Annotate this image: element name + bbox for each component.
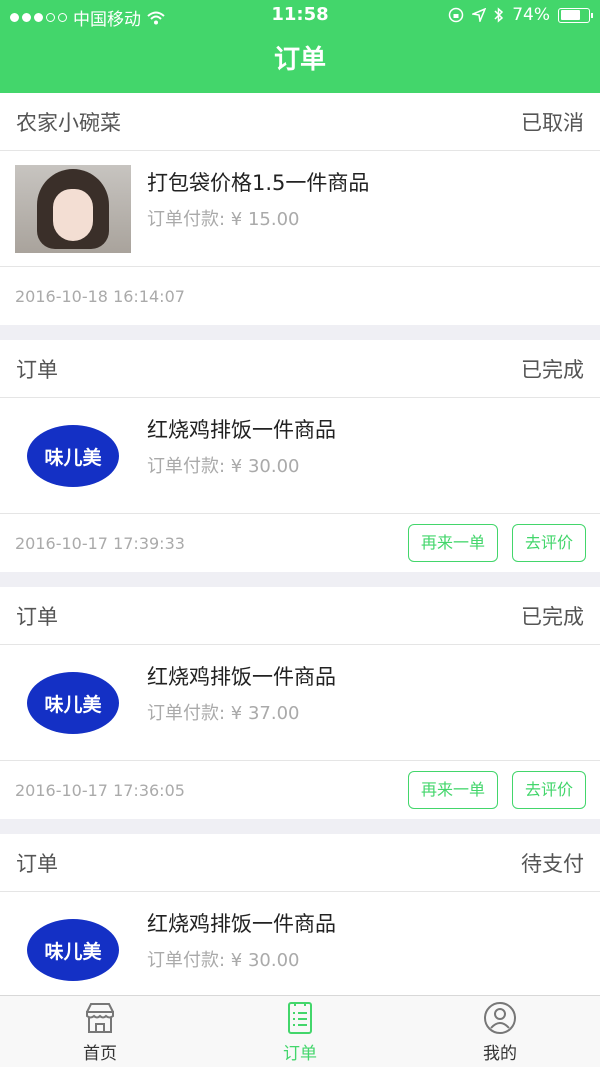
shop-logo-text: 味儿美 (27, 425, 119, 487)
product-thumbnail (15, 165, 131, 253)
order-footer: 2016-10-17 17:39:33 再来一单 去评价 (0, 514, 600, 572)
order-card[interactable]: 订单 已完成 味儿美 红烧鸡排饭一件商品 订单付款: ¥ 37.00 2016-… (0, 587, 600, 819)
order-time: 2016-10-17 17:39:33 (15, 533, 185, 553)
tab-label: 订单 (283, 1043, 317, 1064)
tab-home[interactable]: 首页 (0, 996, 200, 1067)
status-bar: 中国移动 11:58 74% (0, 0, 600, 30)
shop-name: 农家小碗菜 (16, 110, 121, 135)
order-price: 订单付款: ¥ 30.00 (147, 456, 300, 477)
order-item[interactable]: 味儿美 红烧鸡排饭一件商品 订单付款: ¥ 30.00 (0, 398, 600, 514)
order-item[interactable]: 味儿美 红烧鸡排饭一件商品 订单付款: ¥ 30.00 (0, 892, 600, 995)
product-name: 红烧鸡排饭一件商品 (147, 418, 336, 442)
store-icon (86, 1002, 114, 1033)
shop-name: 订单 (16, 851, 58, 876)
order-list[interactable]: 农家小碗菜 已取消 打包袋价格1.5一件商品 订单付款: ¥ 15.00 201… (0, 93, 600, 995)
bluetooth-icon (494, 7, 504, 23)
shop-logo-text: 味儿美 (27, 919, 119, 981)
order-header: 订单 已完成 (0, 587, 600, 645)
order-card[interactable]: 订单 已完成 味儿美 红烧鸡排饭一件商品 订单付款: ¥ 30.00 2016-… (0, 340, 600, 572)
review-button[interactable]: 去评价 (511, 524, 586, 562)
lock-rotation-icon (448, 7, 464, 23)
order-footer: 2016-10-17 17:36:05 再来一单 去评价 (0, 761, 600, 819)
order-header: 订单 已完成 (0, 340, 600, 398)
shop-logo: 味儿美 (15, 412, 131, 500)
review-button[interactable]: 去评价 (511, 771, 586, 809)
order-price: 订单付款: ¥ 30.00 (147, 950, 300, 971)
order-card[interactable]: 农家小碗菜 已取消 打包袋价格1.5一件商品 订单付款: ¥ 15.00 201… (0, 93, 600, 325)
product-name: 打包袋价格1.5一件商品 (147, 171, 370, 195)
battery-icon (558, 7, 593, 23)
portrait-photo (15, 165, 131, 253)
order-status: 已取消 (521, 110, 584, 135)
tab-bar: 首页 订单 我的 (0, 995, 600, 1067)
tab-label: 我的 (483, 1043, 517, 1064)
shop-name: 订单 (16, 357, 58, 382)
product-name: 红烧鸡排饭一件商品 (147, 912, 336, 936)
order-price: 订单付款: ¥ 37.00 (147, 703, 300, 724)
order-time: 2016-10-17 17:36:05 (15, 780, 185, 800)
shop-logo: 味儿美 (15, 659, 131, 747)
tab-profile[interactable]: 我的 (400, 996, 600, 1067)
order-card[interactable]: 订单 待支付 味儿美 红烧鸡排饭一件商品 订单付款: ¥ 30.00 (0, 834, 600, 995)
location-icon (472, 8, 487, 22)
order-status: 已完成 (521, 604, 584, 629)
order-time: 2016-10-18 16:14:07 (15, 286, 185, 306)
order-header: 订单 待支付 (0, 834, 600, 892)
tab-label: 首页 (83, 1043, 117, 1064)
tab-orders[interactable]: 订单 (200, 996, 400, 1067)
order-header: 农家小碗菜 已取消 (0, 93, 600, 151)
reorder-button[interactable]: 再来一单 (407, 524, 498, 562)
list-icon (288, 1001, 312, 1034)
order-price: 订单付款: ¥ 15.00 (147, 209, 300, 230)
reorder-button[interactable]: 再来一单 (407, 771, 498, 809)
shop-logo: 味儿美 (15, 906, 131, 994)
order-item[interactable]: 打包袋价格1.5一件商品 订单付款: ¥ 15.00 (0, 151, 600, 267)
user-icon (484, 1001, 516, 1034)
order-item[interactable]: 味儿美 红烧鸡排饭一件商品 订单付款: ¥ 37.00 (0, 645, 600, 761)
order-status: 已完成 (521, 357, 584, 382)
order-status: 待支付 (521, 851, 584, 876)
battery-percent: 74% (512, 5, 550, 25)
page-title: 订单 (0, 30, 600, 93)
shop-name: 订单 (16, 604, 58, 629)
shop-logo-text: 味儿美 (27, 672, 119, 734)
product-name: 红烧鸡排饭一件商品 (147, 665, 336, 689)
order-footer: 2016-10-18 16:14:07 (0, 267, 600, 325)
